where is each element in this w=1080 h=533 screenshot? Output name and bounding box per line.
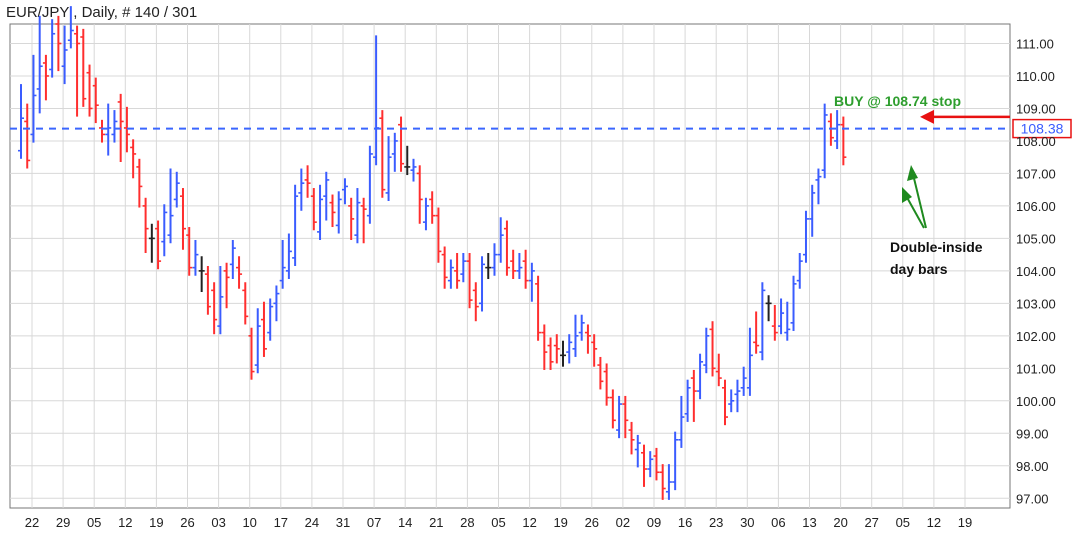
x-tick-label: 07 <box>367 515 381 530</box>
x-tick-label: 26 <box>180 515 194 530</box>
x-tick-label: 03 <box>211 515 225 530</box>
x-tick-label: 05 <box>896 515 910 530</box>
x-tick-label: 12 <box>927 515 941 530</box>
y-tick-label: 101.00 <box>1016 361 1056 376</box>
x-tick-label: 19 <box>149 515 163 530</box>
y-tick-label: 106.00 <box>1016 199 1056 214</box>
x-tick-label: 27 <box>864 515 878 530</box>
note-line-2: day bars <box>890 261 948 277</box>
x-tick-label: 24 <box>305 515 319 530</box>
y-axis-ticks: 97.00 98.00 99.00 100.00 101.00 102.00 103.00 1… <box>1016 36 1056 506</box>
y-tick-label: 103.00 <box>1016 296 1056 311</box>
x-tick-label: 28 <box>460 515 474 530</box>
x-tick-label: 19 <box>553 515 567 530</box>
x-tick-label: 26 <box>585 515 599 530</box>
x-tick-label: 30 <box>740 515 754 530</box>
x-tick-label: 22 <box>25 515 39 530</box>
y-tick-label: 100.00 <box>1016 394 1056 409</box>
x-tick-label: 13 <box>802 515 816 530</box>
y-tick-label: 110.00 <box>1016 69 1055 84</box>
x-tick-label: 12 <box>118 515 132 530</box>
y-tick-label: 97.00 <box>1016 491 1049 506</box>
y-tick-label: 107.00 <box>1016 166 1056 181</box>
x-tick-label: 19 <box>958 515 972 530</box>
x-tick-label: 29 <box>56 515 70 530</box>
x-tick-label: 16 <box>678 515 692 530</box>
x-tick-label: 23 <box>709 515 723 530</box>
x-tick-label: 05 <box>491 515 505 530</box>
x-tick-label: 10 <box>242 515 256 530</box>
y-tick-label: 111.00 <box>1016 36 1054 51</box>
x-tick-label: 12 <box>522 515 536 530</box>
note-line-1: Double-inside <box>890 239 983 255</box>
y-tick-label: 108.00 <box>1016 134 1056 149</box>
x-tick-label: 20 <box>833 515 847 530</box>
x-axis-ticks: 22 29 05 12 19 26 03 10 17 24 31 07 14 21 28 05 12 19 26 02… <box>25 515 972 530</box>
y-tick-label: 104.00 <box>1016 264 1056 279</box>
x-tick-label: 14 <box>398 515 412 530</box>
x-tick-label: 31 <box>336 515 350 530</box>
x-tick-label: 09 <box>647 515 661 530</box>
y-tick-label: 99.00 <box>1016 426 1049 441</box>
x-tick-label: 02 <box>616 515 630 530</box>
x-tick-label: 17 <box>274 515 288 530</box>
x-tick-label: 06 <box>771 515 785 530</box>
y-tick-label: 98.00 <box>1016 459 1049 474</box>
x-tick-label: 05 <box>87 515 101 530</box>
x-tick-label: 21 <box>429 515 443 530</box>
buy-annotation: BUY @ 108.74 stop <box>834 93 961 109</box>
ohlc-chart: 108.38BUY @ 108.74 stopDouble-insideday … <box>9 6 1072 530</box>
y-tick-label: 105.00 <box>1016 231 1056 246</box>
y-tick-label: 109.00 <box>1016 101 1056 116</box>
y-tick-label: 102.00 <box>1016 329 1056 344</box>
